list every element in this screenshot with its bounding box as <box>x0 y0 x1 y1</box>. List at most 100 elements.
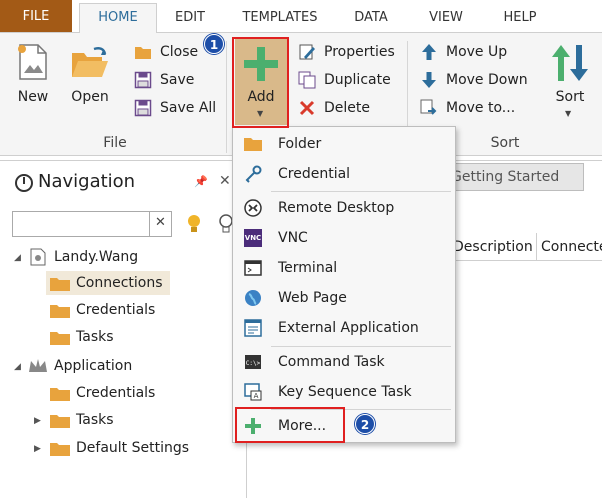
move-down-button[interactable]: Move Down <box>420 69 540 91</box>
menu-item-external-application[interactable]: External Application <box>235 314 453 342</box>
menu-item-vnc[interactable]: VNC VNC <box>235 224 453 252</box>
tree-label: Application <box>54 358 133 374</box>
tab-view[interactable]: VIEW <box>419 6 473 33</box>
tab-getting-started[interactable]: Getting Started <box>438 163 584 191</box>
menu-item-remote-desktop[interactable]: Remote Desktop <box>235 194 453 222</box>
menu-item-command-task[interactable]: C:\> Command Task <box>235 348 453 376</box>
duplicate-button[interactable]: Duplicate <box>298 69 398 91</box>
move-up-label: Move Up <box>446 44 508 60</box>
key-icon <box>245 165 262 183</box>
tab-data[interactable]: DATA <box>345 6 397 33</box>
menu-item-label: VNC <box>278 230 308 246</box>
properties-label: Properties <box>324 44 395 60</box>
svg-text:C:\>: C:\> <box>246 360 261 367</box>
duplicate-icon <box>298 71 316 89</box>
tree-expanded-arrow-icon: ◢ <box>14 253 21 263</box>
save-all-button[interactable]: Save All <box>134 97 220 119</box>
delete-icon <box>299 100 315 116</box>
tree-node-credentials[interactable]: Credentials <box>46 298 226 322</box>
tree-node-user[interactable]: ◢ Landy.Wang <box>14 245 244 269</box>
file-group-label: File <box>103 135 127 151</box>
navigation-panel: Navigation 📌 ✕ ✕ ◢ Landy.Wang Connection… <box>0 160 247 498</box>
tree-label: Landy.Wang <box>54 249 139 265</box>
clear-search-icon[interactable]: ✕ <box>149 212 171 236</box>
tree-collapsed-arrow-icon[interactable]: ▶ <box>34 409 41 433</box>
column-connected[interactable]: Connecte <box>536 233 602 261</box>
move-to-icon <box>420 99 437 115</box>
new-label: New <box>17 89 49 105</box>
open-button[interactable]: Open <box>64 37 116 113</box>
group-divider <box>226 41 227 153</box>
folder-icon <box>50 388 70 401</box>
folder-icon <box>244 138 262 151</box>
delete-label: Delete <box>324 100 370 116</box>
tree-label: Tasks <box>76 412 114 428</box>
menu-item-credential[interactable]: Credential <box>235 160 453 188</box>
menu-item-web-page[interactable]: Web Page <box>235 284 453 312</box>
close-button[interactable]: Close <box>134 41 214 63</box>
chevron-down-icon: ▼ <box>565 109 572 118</box>
tab-home[interactable]: HOME <box>79 3 157 33</box>
save-button[interactable]: Save <box>134 69 214 91</box>
tree-collapsed-arrow-icon[interactable]: ▶ <box>34 437 41 461</box>
navigation-title: Navigation <box>38 171 136 192</box>
folder-icon <box>50 305 70 318</box>
menu-item-label: Credential <box>278 166 351 182</box>
tree-node-tasks[interactable]: ▶ Tasks <box>34 408 234 432</box>
folder-icon <box>50 332 70 345</box>
tree-node-default-settings[interactable]: ▶ Default Settings <box>34 436 234 460</box>
save-all-label: Save All <box>160 100 217 116</box>
menu-separator <box>271 346 451 347</box>
arrow-up-icon <box>422 44 436 60</box>
tree-node-tasks[interactable]: Tasks <box>46 325 226 349</box>
folder-icon <box>50 278 70 291</box>
move-up-button[interactable]: Move Up <box>420 41 530 63</box>
tree-node-application[interactable]: ◢ Application <box>14 354 244 378</box>
properties-icon <box>299 44 315 60</box>
save-label: Save <box>160 72 195 88</box>
tab-file[interactable]: FILE <box>0 0 72 33</box>
pin-icon[interactable]: 📌 <box>194 175 208 188</box>
sort-button[interactable]: Sort ▼ <box>543 37 597 125</box>
tree-expanded-arrow-icon: ◢ <box>14 362 21 372</box>
highlight-box-more <box>235 407 345 443</box>
command-task-icon: C:\> <box>245 355 261 369</box>
step-badge-2: 2 <box>355 414 375 434</box>
move-to-button[interactable]: Move to... <box>420 97 530 119</box>
open-label: Open <box>71 89 109 105</box>
menu-item-key-sequence-task[interactable]: A Key Sequence Task <box>235 378 453 406</box>
svg-text:A: A <box>254 392 259 400</box>
new-button[interactable]: New <box>8 37 58 113</box>
properties-button[interactable]: Properties <box>298 41 398 63</box>
delete-button[interactable]: Delete <box>298 97 398 119</box>
search-input[interactable]: ✕ <box>12 211 172 237</box>
terminal-icon <box>244 260 262 276</box>
sort-label: Sort <box>555 89 585 105</box>
lightbulb-icon[interactable] <box>186 214 202 234</box>
new-file-icon <box>18 44 47 80</box>
tree-label: Credentials <box>76 385 156 401</box>
key-sequence-icon: A <box>244 383 262 401</box>
external-application-icon <box>244 319 262 337</box>
menu-item-label: Key Sequence Task <box>278 384 412 400</box>
move-down-label: Move Down <box>446 72 528 88</box>
arrow-down-icon <box>422 72 436 88</box>
menu-item-label: External Application <box>278 320 419 336</box>
sort-arrows-icon <box>552 45 588 81</box>
menu-item-terminal[interactable]: Terminal <box>235 254 453 282</box>
folder-icon <box>50 443 70 456</box>
menu-item-label: Remote Desktop <box>278 200 395 216</box>
tab-help[interactable]: HELP <box>492 6 548 33</box>
sort-group-label: Sort <box>490 135 520 151</box>
menu-item-folder[interactable]: Folder <box>235 130 453 158</box>
duplicate-label: Duplicate <box>324 72 391 88</box>
ribbon-tab-bar: FILE HOME EDIT TEMPLATES DATA VIEW HELP <box>0 0 602 33</box>
tree-node-credentials[interactable]: Credentials <box>46 381 226 405</box>
tab-edit[interactable]: EDIT <box>165 6 215 33</box>
close-panel-icon[interactable]: ✕ <box>219 173 231 189</box>
tab-templates[interactable]: TEMPLATES <box>229 6 331 33</box>
tree-label: Connections <box>76 275 163 291</box>
move-to-label: Move to... <box>446 100 516 116</box>
tree-node-connections[interactable]: Connections <box>46 271 170 295</box>
column-description[interactable]: Description <box>448 233 536 261</box>
